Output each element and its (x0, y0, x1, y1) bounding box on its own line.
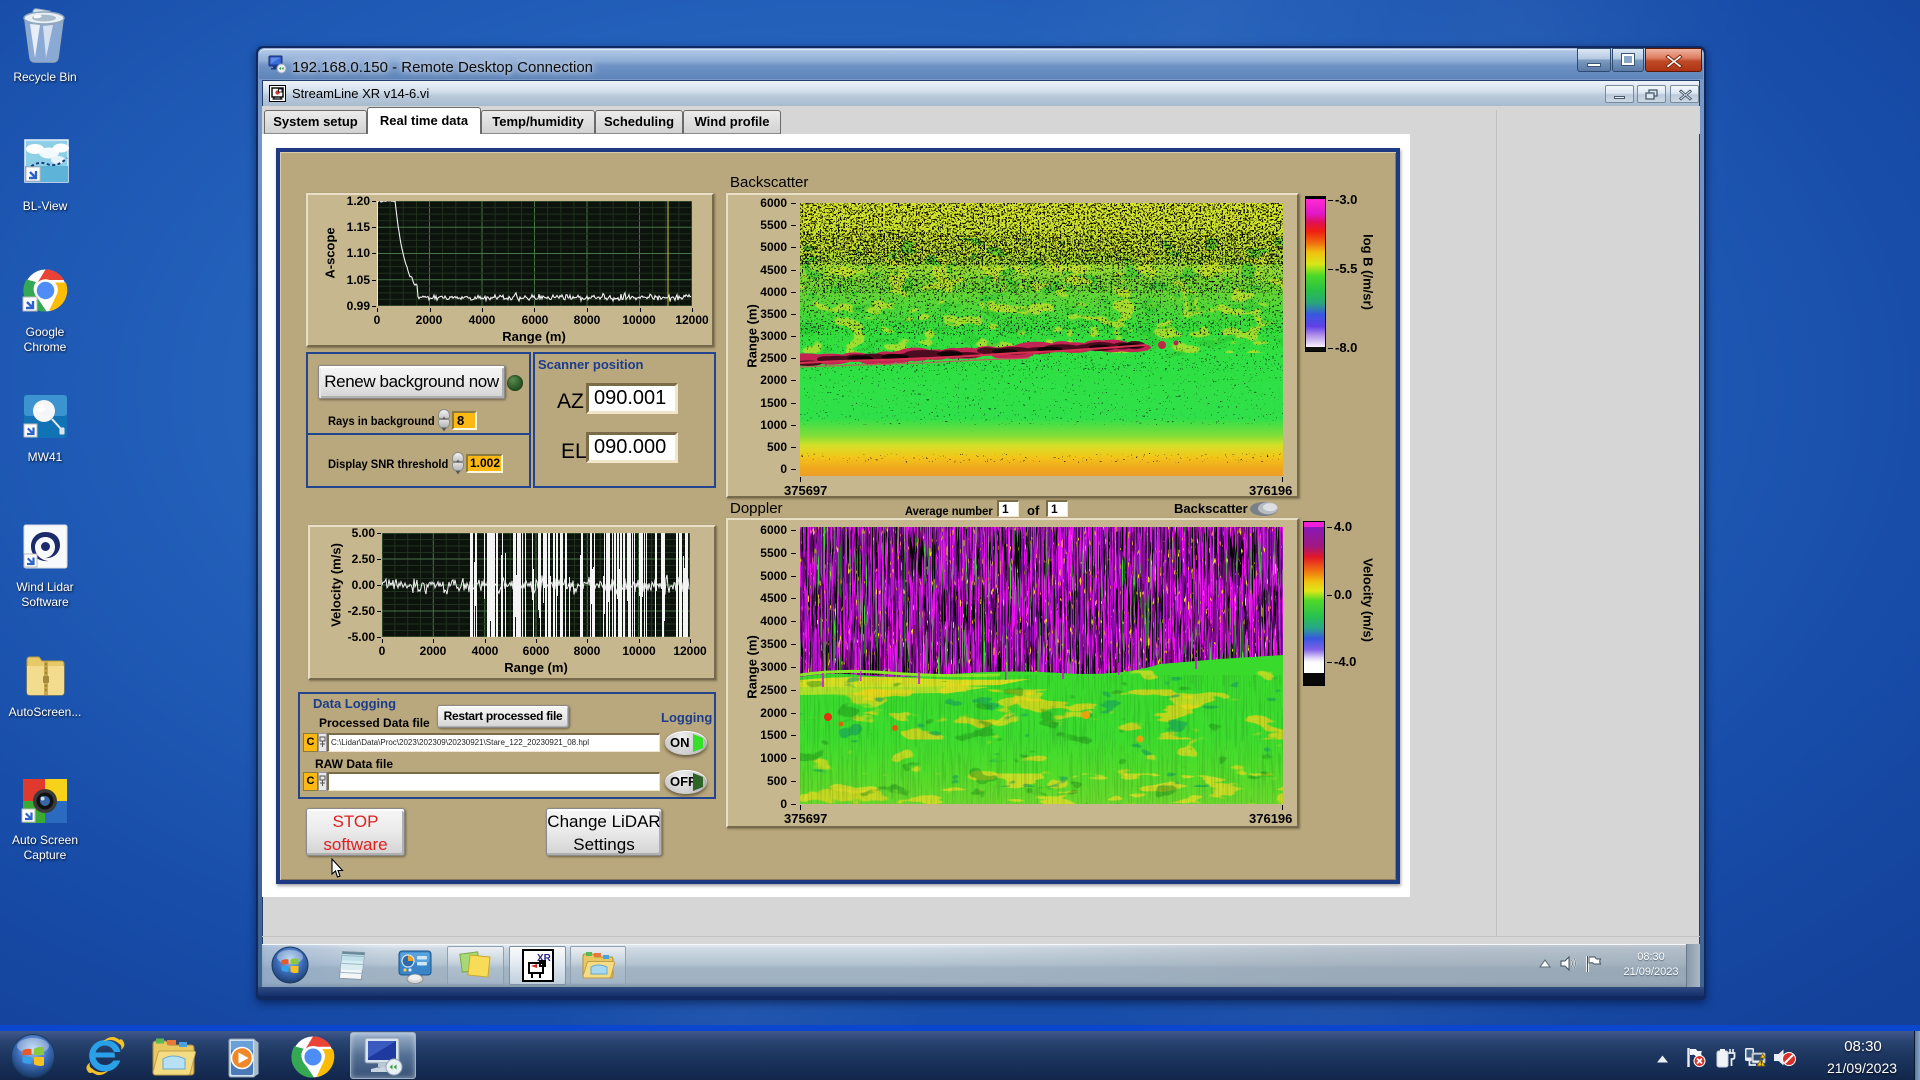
svg-text:!: ! (1760, 1061, 1762, 1067)
